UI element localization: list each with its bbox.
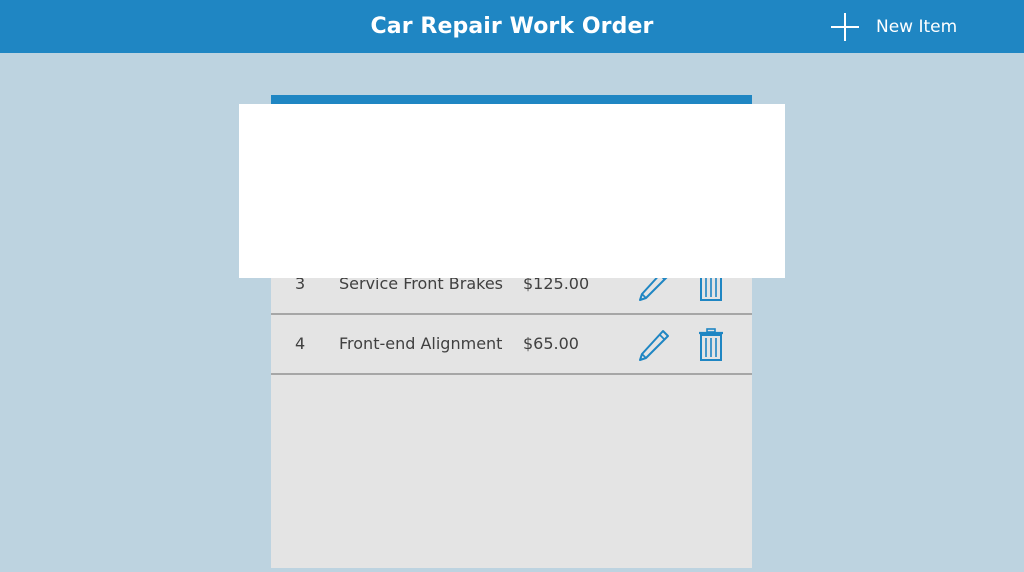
item-number: 4 — [295, 334, 306, 353]
white-overlay — [239, 104, 785, 278]
new-item-button[interactable]: New Item — [828, 8, 965, 46]
list-item[interactable]: 4 Front-end Alignment $65.00 — [271, 315, 752, 375]
new-item-label: New Item — [876, 17, 958, 37]
plus-icon — [828, 10, 862, 44]
item-description: Front-end Alignment — [339, 334, 503, 353]
trash-icon[interactable] — [696, 327, 726, 363]
pencil-icon[interactable] — [636, 327, 672, 363]
top-bar: Car Repair Work Order New Item — [0, 0, 1024, 53]
item-price: $65.00 — [523, 334, 579, 353]
